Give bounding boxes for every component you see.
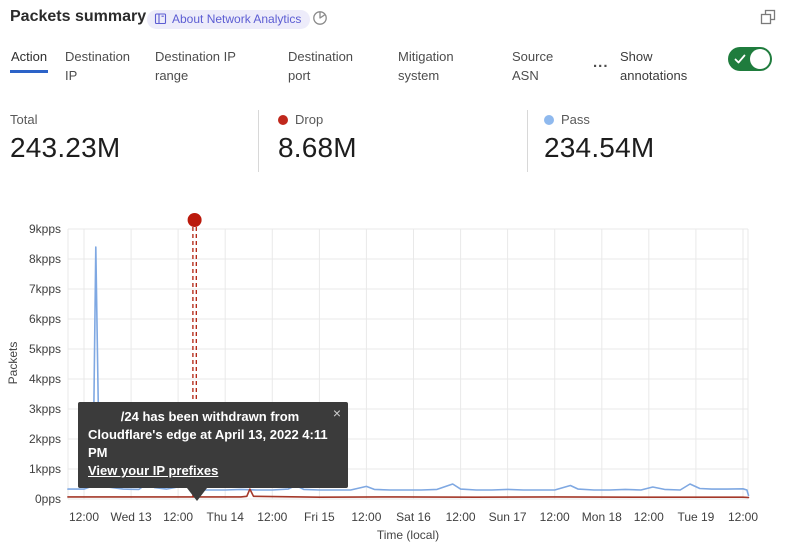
svg-text:8kpps: 8kpps [29, 252, 61, 266]
tooltip-arrow [187, 488, 207, 501]
svg-text:Fri 15: Fri 15 [304, 510, 335, 524]
annotation-tooltip: /24 has been withdrawn from Cloudflare's… [78, 402, 348, 488]
svg-text:6kpps: 6kpps [29, 312, 61, 326]
close-icon[interactable]: × [333, 404, 341, 422]
svg-text:12:00: 12:00 [446, 510, 476, 524]
svg-text:4kpps: 4kpps [29, 372, 61, 386]
svg-text:12:00: 12:00 [634, 510, 664, 524]
svg-text:2kpps: 2kpps [29, 432, 61, 446]
svg-text:7kpps: 7kpps [29, 282, 61, 296]
svg-text:12:00: 12:00 [163, 510, 193, 524]
x-axis-title: Time (local) [308, 528, 508, 542]
svg-text:12:00: 12:00 [540, 510, 570, 524]
svg-text:12:00: 12:00 [351, 510, 381, 524]
svg-text:5kpps: 5kpps [29, 342, 61, 356]
svg-text:12:00: 12:00 [257, 510, 287, 524]
svg-text:Wed 13: Wed 13 [111, 510, 152, 524]
tooltip-line2: Cloudflare's edge at April 13, 2022 4:11… [88, 426, 338, 462]
svg-text:Sun 17: Sun 17 [489, 510, 527, 524]
tooltip-line1: /24 has been withdrawn from [88, 408, 338, 426]
annotation-dot [188, 213, 202, 227]
svg-text:Thu 14: Thu 14 [207, 510, 245, 524]
svg-text:9kpps: 9kpps [29, 222, 61, 236]
svg-text:3kpps: 3kpps [29, 402, 61, 416]
svg-text:Sat 16: Sat 16 [396, 510, 431, 524]
svg-text:0pps: 0pps [35, 492, 61, 506]
svg-text:12:00: 12:00 [728, 510, 758, 524]
y-axis-title: Packets [6, 333, 20, 393]
view-ip-prefixes-link[interactable]: View your IP prefixes [88, 462, 218, 480]
svg-text:1kpps: 1kpps [29, 462, 61, 476]
svg-text:Mon 18: Mon 18 [582, 510, 622, 524]
svg-text:12:00: 12:00 [69, 510, 99, 524]
svg-text:Tue 19: Tue 19 [677, 510, 714, 524]
packets-summary-panel: Packets summary About Network Analytics … [0, 0, 785, 555]
